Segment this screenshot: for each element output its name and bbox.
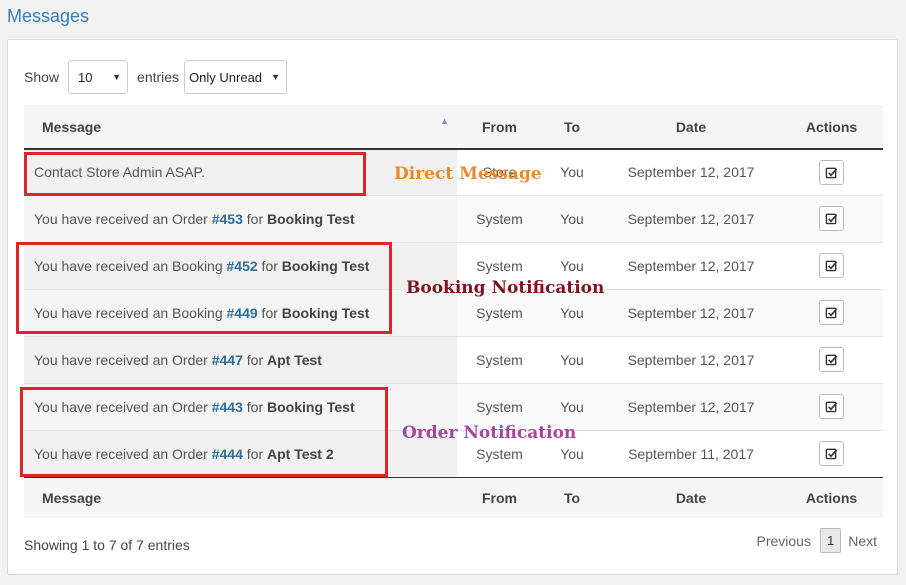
caret-down-icon: ▼ bbox=[112, 72, 122, 82]
date-cell: September 12, 2017 bbox=[627, 164, 755, 181]
message-item: Booking Test bbox=[267, 210, 355, 227]
mark-read-button[interactable] bbox=[819, 347, 844, 372]
date-cell: September 12, 2017 bbox=[602, 241, 780, 289]
check-square-icon bbox=[825, 353, 838, 366]
column-header-actions[interactable]: Actions bbox=[780, 105, 883, 150]
direct-message-highlight bbox=[24, 152, 366, 196]
caret-down-icon: ▼ bbox=[271, 72, 281, 82]
mark-read-button[interactable] bbox=[819, 206, 844, 231]
next-button[interactable]: Next bbox=[848, 533, 877, 549]
actions-cell bbox=[780, 429, 883, 477]
footer-header-message: Message bbox=[24, 476, 457, 518]
message-prefix: You have received an Order bbox=[34, 210, 212, 227]
check-square-icon bbox=[825, 166, 838, 179]
mark-read-button[interactable] bbox=[819, 253, 844, 278]
column-header-date[interactable]: Date bbox=[602, 105, 780, 150]
booking-notification-highlight bbox=[16, 242, 392, 334]
check-square-icon bbox=[825, 447, 838, 460]
check-square-icon bbox=[825, 306, 838, 319]
message-number: #447 bbox=[211, 351, 243, 368]
pagination: Previous 1 Next bbox=[757, 528, 877, 553]
date-cell: September 11, 2017 bbox=[602, 429, 780, 477]
table-row: You have received an Order #453 for Book… bbox=[24, 194, 883, 242]
actions-cell bbox=[780, 382, 883, 430]
footer-header-date: Date bbox=[602, 476, 780, 518]
mark-read-button[interactable] bbox=[819, 159, 844, 185]
to-cell: You bbox=[542, 194, 602, 242]
to-cell: You bbox=[560, 164, 584, 181]
check-square-icon bbox=[825, 259, 838, 272]
date-cell: September 12, 2017 bbox=[602, 288, 780, 336]
footer-header-to: To bbox=[542, 476, 602, 518]
message-mid: for bbox=[242, 351, 267, 368]
page-title: Messages bbox=[7, 6, 90, 26]
check-square-icon bbox=[825, 400, 838, 413]
footer-header-actions: Actions bbox=[780, 476, 883, 518]
column-header-from[interactable]: From bbox=[457, 105, 542, 150]
show-label: Show bbox=[24, 69, 60, 85]
previous-button[interactable]: Previous bbox=[757, 533, 811, 549]
mark-read-button[interactable] bbox=[819, 441, 844, 466]
column-header-to[interactable]: To bbox=[542, 105, 602, 150]
column-header-message[interactable]: Message ▲ bbox=[24, 105, 457, 150]
date-cell: September 12, 2017 bbox=[602, 194, 780, 242]
booking-notification-label: Booking Notification bbox=[406, 278, 605, 298]
message-cell[interactable]: You have received an Order #453 for Book… bbox=[24, 194, 457, 242]
order-notification-label: Order Notification bbox=[402, 423, 577, 443]
from-cell: System bbox=[457, 335, 542, 383]
date-cell: September 12, 2017 bbox=[602, 382, 780, 430]
actions-cell bbox=[780, 288, 883, 336]
message-number: #453 bbox=[211, 210, 243, 227]
check-square-icon bbox=[825, 212, 838, 225]
filter-value: Only Unread bbox=[189, 69, 263, 85]
actions-cell bbox=[780, 194, 883, 242]
actions-cell bbox=[780, 241, 883, 289]
message-mid: for bbox=[242, 210, 267, 227]
entries-label: entries bbox=[137, 69, 180, 85]
mark-read-button[interactable] bbox=[819, 300, 844, 325]
message-prefix: You have received an Order bbox=[34, 351, 212, 368]
message-item: Apt Test bbox=[267, 351, 322, 368]
table-footer-row: Message From To Date Actions bbox=[24, 476, 883, 518]
order-notification-highlight bbox=[20, 387, 388, 477]
filter-select[interactable]: Only Unread ▼ bbox=[184, 60, 288, 94]
actions-cell bbox=[780, 335, 883, 383]
mark-read-button[interactable] bbox=[819, 394, 844, 419]
page-button-1[interactable]: 1 bbox=[819, 528, 842, 553]
message-cell[interactable]: You have received an Order #447 for Apt … bbox=[24, 335, 457, 383]
table-header-row: Message ▲ From To Date Actions bbox=[24, 105, 883, 150]
page-length-select[interactable]: 10 ▼ bbox=[68, 60, 129, 94]
actions-cell bbox=[780, 149, 883, 195]
direct-message-label: Direct Message bbox=[394, 164, 542, 184]
table-row: You have received an Order #447 for Apt … bbox=[24, 335, 883, 383]
page-length-value: 10 bbox=[78, 69, 93, 85]
to-cell: You bbox=[542, 335, 602, 383]
length-controls: Show 10 ▼ entries Only Unread ▼ bbox=[24, 60, 288, 94]
date-cell: September 12, 2017 bbox=[602, 335, 780, 383]
table-info: Showing 1 to 7 of 7 entries bbox=[24, 537, 190, 553]
sort-ascending-icon: ▲ bbox=[440, 116, 449, 126]
from-cell: System bbox=[457, 194, 542, 242]
footer-header-from: From bbox=[457, 476, 542, 518]
